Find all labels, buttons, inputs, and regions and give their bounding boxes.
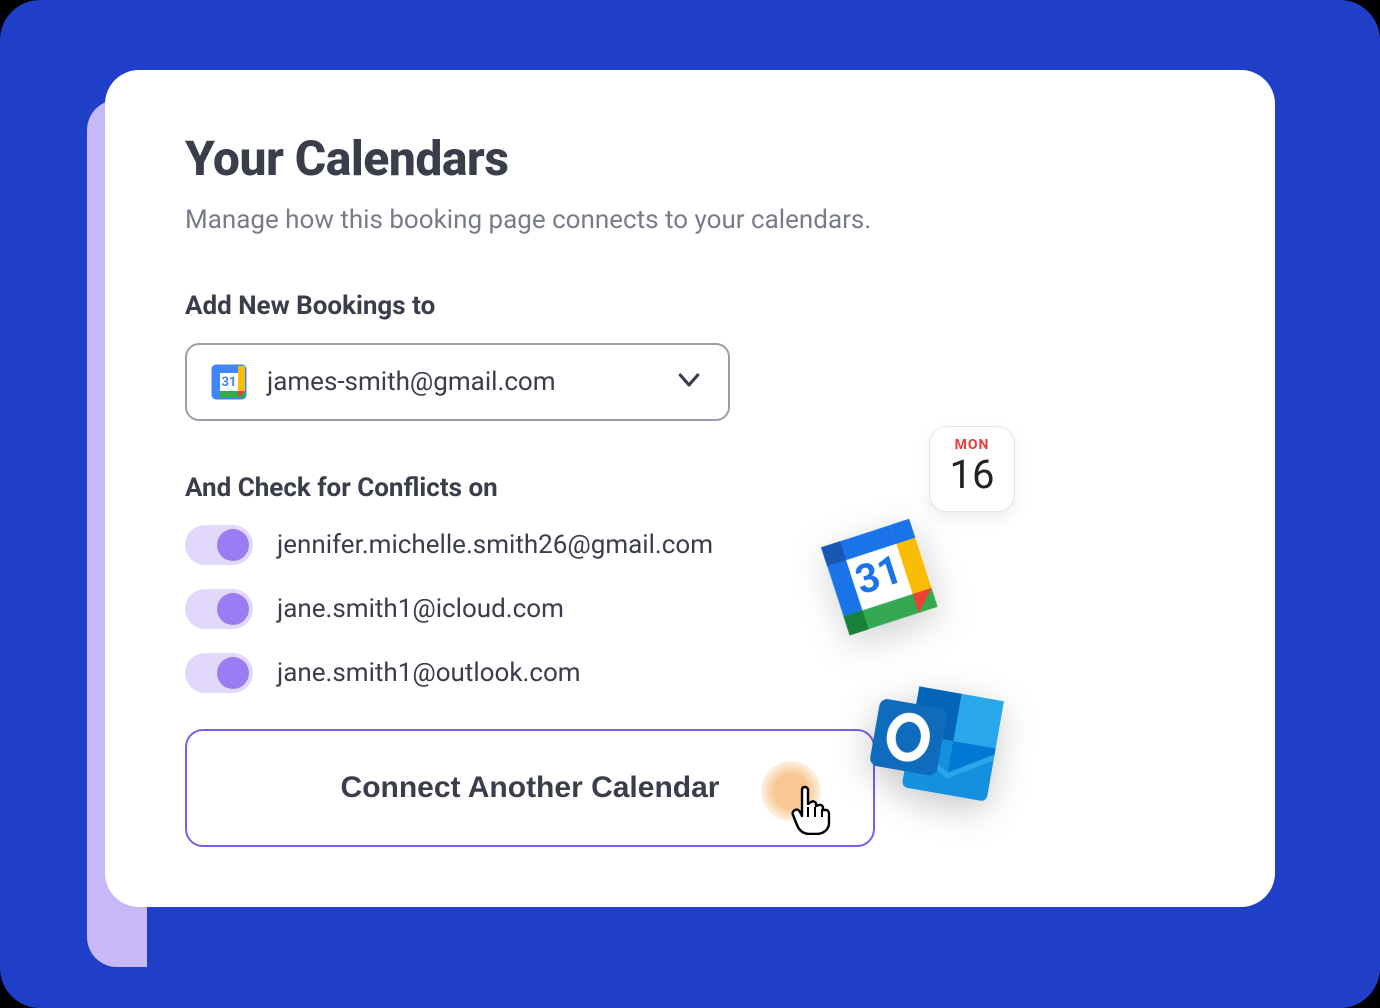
calendar-toggle[interactable] <box>185 653 253 693</box>
add-bookings-label: Add New Bookings to <box>185 291 1195 321</box>
svg-text:31: 31 <box>222 375 237 390</box>
calendar-email: jane.smith1@outlook.com <box>277 658 581 688</box>
list-item: jane.smith1@icloud.com <box>185 589 1195 629</box>
outlook-icon <box>854 669 1015 825</box>
calendar-select[interactable]: 31 james-smith@gmail.com <box>185 343 730 421</box>
calendar-select-value: james-smith@gmail.com <box>267 367 654 397</box>
calendar-toggle[interactable] <box>185 589 253 629</box>
app-frame: Your Calendars Manage how this booking p… <box>0 0 1380 1008</box>
pointer-cursor-icon <box>789 783 833 843</box>
apple-calendar-day-number: 16 <box>930 455 1014 495</box>
conflict-calendars-list: jennifer.michelle.smith26@gmail.com jane… <box>185 525 1195 693</box>
check-conflicts-label: And Check for Conflicts on <box>185 473 1195 503</box>
chevron-down-icon <box>674 365 704 399</box>
calendar-email: jennifer.michelle.smith26@gmail.com <box>277 530 713 560</box>
list-item: jane.smith1@outlook.com <box>185 653 1195 693</box>
connect-another-calendar-button[interactable]: Connect Another Calendar <box>185 729 875 847</box>
list-item: jennifer.michelle.smith26@gmail.com <box>185 525 1195 565</box>
apple-calendar-icon: MON 16 <box>929 426 1015 512</box>
page-title: Your Calendars <box>185 130 1195 187</box>
page-subtitle: Manage how this booking page connects to… <box>185 205 1195 235</box>
calendar-toggle[interactable] <box>185 525 253 565</box>
settings-card: Your Calendars Manage how this booking p… <box>105 70 1275 907</box>
google-calendar-icon: 31 <box>211 364 247 400</box>
calendar-email: jane.smith1@icloud.com <box>277 594 564 624</box>
connect-button-label: Connect Another Calendar <box>341 771 720 805</box>
